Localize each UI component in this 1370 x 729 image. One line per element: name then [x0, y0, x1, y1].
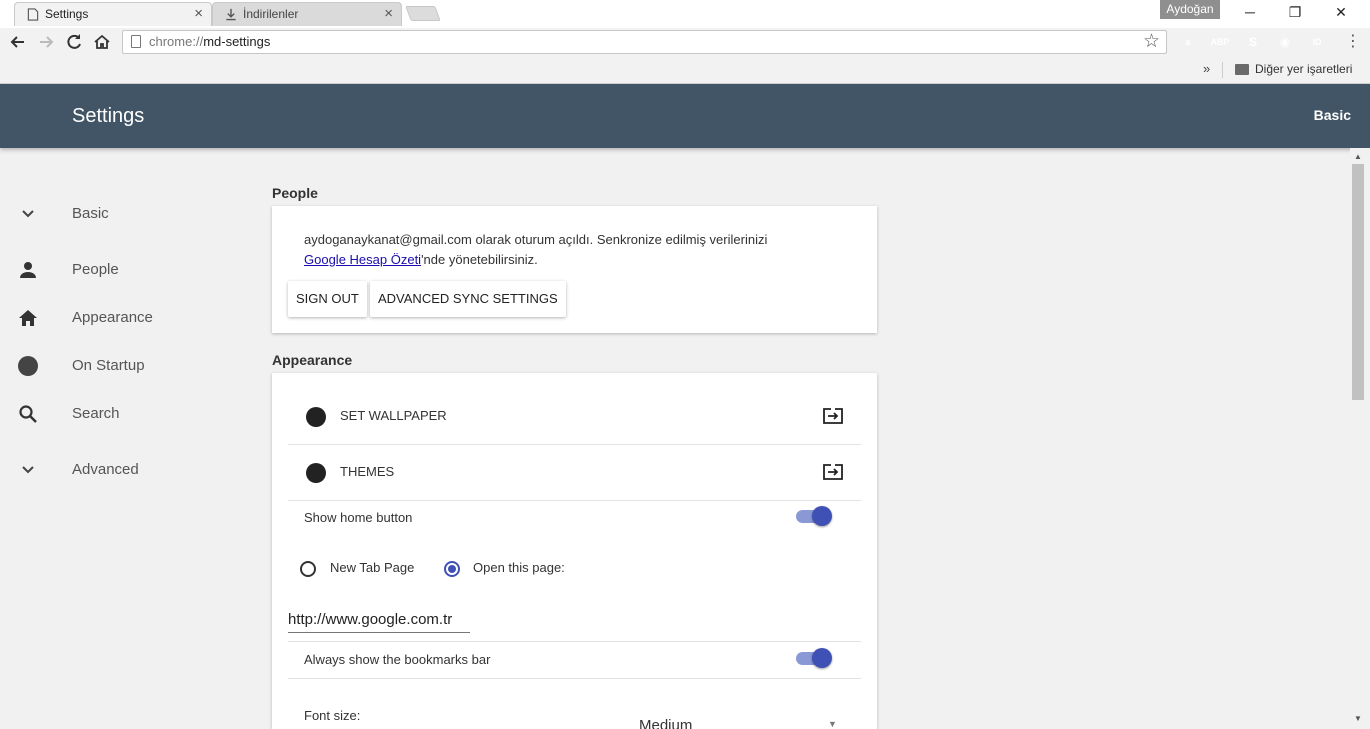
- sidebar-item-basic[interactable]: Basic: [0, 194, 260, 234]
- open-in-new-icon[interactable]: [823, 407, 843, 425]
- home-icon[interactable]: [91, 31, 113, 53]
- people-card: aydoganaykanat@gmail.com olarak oturum a…: [272, 206, 877, 333]
- tab-settings[interactable]: Settings ×: [14, 2, 212, 26]
- sidebar-item-label: People: [72, 261, 119, 278]
- address-bar[interactable]: chrome://md-settings ☆: [122, 30, 1167, 54]
- home-url-input[interactable]: [288, 607, 470, 633]
- profile-button[interactable]: Aydoğan: [1160, 0, 1220, 19]
- wallpaper-circle-icon: [306, 407, 326, 427]
- home-icon: [19, 310, 37, 326]
- tab-title: İndirilenler: [243, 7, 299, 21]
- page-icon: [131, 35, 141, 48]
- restore-button[interactable]: ❐: [1280, 2, 1310, 22]
- sidebar-item-label: On Startup: [72, 357, 145, 374]
- id-extension-icon[interactable]: ID: [1307, 32, 1327, 52]
- appearance-section-title: Appearance: [272, 352, 353, 368]
- sidebar-item-appearance[interactable]: Appearance: [0, 298, 260, 338]
- bookmarks-bar-label: Always show the bookmarks bar: [304, 652, 491, 667]
- set-wallpaper-label: SET WALLPAPER: [340, 408, 447, 423]
- circle-icon: [18, 356, 38, 376]
- browser-toolbar: chrome://md-settings ☆ a ABP S ◉ ID ⋮: [0, 28, 1370, 56]
- scroll-down-arrow-icon[interactable]: ▼: [1354, 714, 1362, 723]
- font-size-label: Font size:: [304, 708, 361, 723]
- close-icon[interactable]: ×: [384, 3, 393, 25]
- tab-strip: Settings × İndirilenler × Aydoğan ─ ❐ ✕: [0, 0, 1370, 28]
- tab-downloads[interactable]: İndirilenler ×: [212, 2, 402, 26]
- camera-icon[interactable]: ◉: [1275, 32, 1295, 52]
- font-size-select[interactable]: Medium: [639, 717, 692, 729]
- sidebar-item-label: Search: [72, 405, 120, 422]
- bookmark-star-icon[interactable]: ☆: [1143, 32, 1160, 52]
- header-basic-link[interactable]: Basic: [1314, 107, 1351, 123]
- minimize-button[interactable]: ─: [1235, 2, 1265, 22]
- people-section-title: People: [272, 185, 318, 201]
- sidebar-item-label: Advanced: [72, 461, 139, 478]
- open-this-page-label: Open this page:: [473, 560, 565, 575]
- bookmarks-bar-row: Always show the bookmarks bar: [288, 641, 861, 679]
- folder-icon: [1235, 64, 1249, 75]
- show-home-button-label: Show home button: [304, 510, 413, 525]
- sidebar-item-label: Appearance: [72, 309, 153, 326]
- forward-arrow-icon[interactable]: [35, 31, 57, 53]
- toggle-knob: [812, 648, 832, 668]
- skype-icon[interactable]: S: [1243, 32, 1263, 52]
- chevron-down-icon: [22, 210, 34, 218]
- set-wallpaper-row[interactable]: SET WALLPAPER: [288, 388, 861, 445]
- dropdown-arrow-icon[interactable]: ▼: [828, 719, 837, 729]
- bookmarks-separator: [1222, 62, 1223, 78]
- account-summary-link[interactable]: Google Hesap Özeti: [304, 252, 421, 267]
- appearance-card: SET WALLPAPER THEMES Show home button Ne…: [272, 373, 877, 729]
- scroll-up-arrow-icon[interactable]: ▲: [1354, 152, 1362, 161]
- sidebar-item-on-startup[interactable]: On Startup: [0, 346, 260, 386]
- toggle-knob: [812, 506, 832, 526]
- reload-icon[interactable]: [63, 31, 85, 53]
- chevron-down-icon: [22, 466, 34, 474]
- show-home-button-toggle[interactable]: [794, 505, 832, 527]
- bookmarks-bar-toggle[interactable]: [794, 647, 832, 669]
- sync-status-text: aydoganaykanat@gmail.com olarak oturum a…: [304, 232, 768, 267]
- close-icon[interactable]: ×: [194, 3, 203, 25]
- open-this-page-radio[interactable]: [444, 561, 460, 577]
- bookmarks-overflow-icon[interactable]: »: [1203, 61, 1210, 76]
- bookmarks-bar: » Diğer yer işaretleri: [0, 56, 1370, 84]
- sidebar-item-advanced[interactable]: Advanced: [0, 450, 260, 490]
- new-tab-page-radio[interactable]: [300, 561, 316, 577]
- open-in-new-icon[interactable]: [823, 463, 843, 481]
- amazon-assistant-icon[interactable]: a: [1178, 32, 1198, 52]
- search-icon: [19, 405, 37, 423]
- settings-header: Settings Basic: [0, 84, 1370, 148]
- new-tab-page-label: New Tab Page: [330, 560, 415, 575]
- page-scrollbar[interactable]: ▲ ▼: [1350, 148, 1370, 729]
- sign-out-button[interactable]: SIGN OUT: [288, 281, 367, 317]
- back-arrow-icon[interactable]: [7, 31, 29, 53]
- page-title: Settings: [72, 105, 145, 127]
- advanced-sync-settings-button[interactable]: ADVANCED SYNC SETTINGS: [370, 281, 566, 317]
- other-bookmarks-folder[interactable]: Diğer yer işaretleri: [1255, 62, 1352, 76]
- sidebar-item-people[interactable]: People: [0, 250, 260, 290]
- page-icon: [27, 8, 39, 21]
- url-text: chrome://md-settings: [149, 34, 271, 49]
- tab-title: Settings: [45, 7, 89, 21]
- sidebar-item-search[interactable]: Search: [0, 394, 260, 434]
- close-window-button[interactable]: ✕: [1326, 2, 1356, 22]
- new-tab-button[interactable]: [405, 6, 441, 21]
- browser-menu-icon[interactable]: ⋮: [1345, 32, 1361, 52]
- themes-row[interactable]: THEMES: [288, 445, 861, 501]
- themes-circle-icon: [306, 463, 326, 483]
- themes-label: THEMES: [340, 464, 395, 479]
- sidebar-item-label: Basic: [72, 205, 109, 222]
- person-icon: [20, 262, 36, 278]
- adblock-plus-icon[interactable]: ABP: [1210, 32, 1230, 52]
- scrollbar-thumb[interactable]: [1352, 164, 1364, 400]
- download-icon: [226, 8, 236, 21]
